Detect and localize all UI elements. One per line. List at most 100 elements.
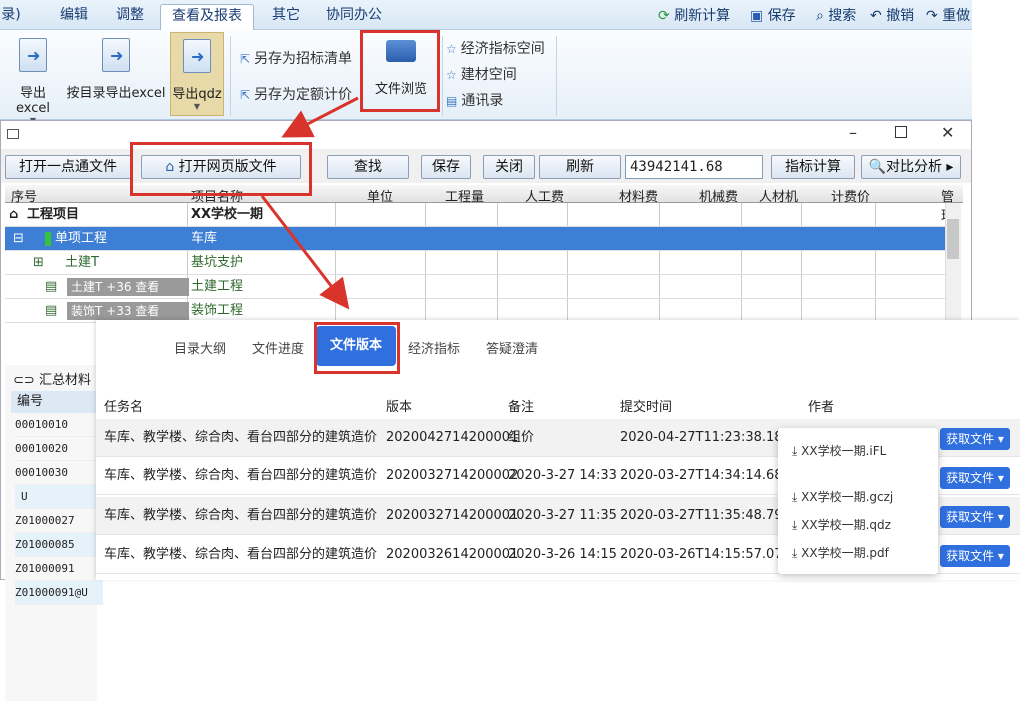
material-space-button[interactable]: ☆ 建材空间 <box>446 64 517 84</box>
tree-row-project[interactable]: ⌂ 工程项目 XX学校一期 <box>5 203 945 227</box>
get-file-label: 获取文件 <box>946 471 995 485</box>
folder-icon <box>386 40 416 62</box>
get-file-button[interactable]: 获取文件 ▾ <box>940 506 1010 528</box>
collapse-icon: ⊟ <box>13 231 24 246</box>
get-file-button[interactable]: 获取文件 ▾ <box>940 545 1010 567</box>
status-marker <box>45 232 51 246</box>
refresh-icon: ⟳ <box>658 8 670 24</box>
export-dir-excel-label: 按目录导出excel <box>66 86 166 101</box>
contacts-button[interactable]: ▤ 通讯录 <box>446 90 503 110</box>
contacts-label: 通讯录 <box>461 93 504 109</box>
close-window-button[interactable]: ✕ <box>941 123 954 142</box>
chevron-down-icon: ▾ <box>997 471 1004 485</box>
tree-row-unit[interactable]: ⊞ 土建T 基坑支护 <box>5 251 945 275</box>
tree-row-single[interactable]: ⊟ 单项工程 车库 <box>5 227 945 251</box>
download-item-qdz[interactable]: ⤓ XX学校一期.qdz <box>792 516 891 533</box>
version-time: 2020-03-27T14:34:14.68 <box>620 468 783 483</box>
version-note: 2020-3-27 14:33 <box>508 468 617 483</box>
ribbon-separator <box>230 36 231 116</box>
download-icon: ⤓ <box>792 518 798 532</box>
material-code[interactable]: U <box>15 485 103 509</box>
open-web-file-label: 打开网页版文件 <box>178 159 277 175</box>
menu-tab-adjust[interactable]: 调整 <box>108 4 152 28</box>
material-code[interactable]: 00010010 <box>15 413 103 437</box>
tree-row-seq: 装饰T <box>71 304 103 318</box>
tab-qa[interactable]: 答疑澄清 <box>486 338 538 357</box>
tab-outline[interactable]: 目录大纲 <box>174 338 226 357</box>
scrollbar-thumb[interactable] <box>947 219 959 259</box>
save-button[interactable]: 保存 <box>421 155 471 179</box>
export-dir-excel-button[interactable]: 按目录导出excel <box>66 38 166 101</box>
get-file-label: 获取文件 <box>946 510 995 524</box>
compare-button[interactable]: 🔍对比分析 ▸ <box>861 155 961 179</box>
export-excel-button[interactable]: 导出excel ▼ <box>4 38 62 125</box>
econ-space-label: 经济指标空间 <box>460 41 545 57</box>
version-id: 2020042714200001 <box>386 430 519 445</box>
material-code[interactable]: Z01000085 <box>15 533 103 557</box>
window-app-icon <box>7 129 19 139</box>
save-quota-button[interactable]: ⇱ 另存为定额计价 <box>240 84 352 104</box>
close-button[interactable]: 关闭 <box>483 155 535 179</box>
view-badge[interactable]: 装饰T +33 查看 <box>67 302 189 320</box>
tab-progress[interactable]: 文件进度 <box>252 338 304 357</box>
download-filename: XX学校一期.qdz <box>801 518 891 532</box>
redo-button[interactable]: ↷ 重做 <box>926 5 970 25</box>
download-item-pdf[interactable]: ⤓ XX学校一期.pdf <box>792 544 889 561</box>
get-file-button[interactable]: 获取文件 ▾ <box>940 467 1010 489</box>
find-button[interactable]: 查找 <box>327 155 409 179</box>
tab-econ-index[interactable]: 经济指标 <box>408 338 460 357</box>
tree-row-name: XX学校一期 <box>191 207 264 222</box>
maximize-button[interactable] <box>895 126 907 138</box>
menu-tab-record[interactable]: 录) <box>0 4 22 28</box>
econ-space-button[interactable]: ☆ 经济指标空间 <box>446 38 545 58</box>
material-code[interactable]: Z01000091 <box>15 557 103 581</box>
material-code[interactable]: Z01000027 <box>15 509 103 533</box>
get-file-dropdown: ⤓ XX学校一期.iFL ⤓ XX学校一期.gczj ⤓ XX学校一期.qdz … <box>778 428 938 574</box>
undo-button[interactable]: ↶ 撤销 <box>870 5 914 25</box>
export-excel-label: 导出excel <box>16 86 50 116</box>
ribbon-separator <box>442 36 443 116</box>
menu-tab-view-report[interactable]: 查看及报表 <box>160 4 254 31</box>
menu-tab-collab[interactable]: 协同办公 <box>318 4 390 28</box>
tree-row-name: 装饰工程 <box>191 303 244 318</box>
tree-row-seq: 土建T <box>71 280 103 294</box>
view-badge[interactable]: 土建T +36 查看 <box>67 278 189 296</box>
file-browse-button[interactable]: 文件浏览 <box>366 36 436 97</box>
menu-tab-edit[interactable]: 编辑 <box>52 4 96 28</box>
search-icon: ⌕ <box>816 8 824 24</box>
tree-row-name: 土建工程 <box>191 279 244 294</box>
minimize-button[interactable]: – <box>849 123 857 142</box>
material-code[interactable]: Z01000091@U <box>15 581 103 605</box>
open-yidiantong-button[interactable]: 打开一点通文件 <box>5 155 131 179</box>
get-file-label: 获取文件 <box>946 432 995 446</box>
version-note: 2020-3-26 14:15 <box>508 547 617 562</box>
tree-row-unit[interactable]: ▤ 土建T +36 查看 土建工程 <box>5 275 945 299</box>
col-author-header: 作者 <box>808 400 835 415</box>
version-note: 2020-3-27 11:35 <box>508 508 617 523</box>
link-icon: ⊂⊃ <box>13 373 35 388</box>
export-qdz-button[interactable]: 导出qdz ▼ <box>170 32 224 116</box>
amount-field[interactable]: 43942141.68 <box>625 155 763 179</box>
refresh-calc-button[interactable]: ⟳ 刷新计算 <box>658 5 730 25</box>
home-icon: ⌂ <box>165 159 175 175</box>
material-code[interactable]: 00010030 <box>15 461 103 485</box>
index-calc-button[interactable]: 指标计算 <box>771 155 855 179</box>
version-id: 2020032614200001 <box>386 547 519 562</box>
tab-file-version[interactable]: 文件版本 <box>316 326 396 366</box>
refresh-button[interactable]: 刷新 <box>539 155 621 179</box>
menu-tab-other[interactable]: 其它 <box>264 4 308 28</box>
download-filename: XX学校一期.pdf <box>801 546 889 560</box>
save-quick-button[interactable]: ▣ 保存 <box>750 5 796 25</box>
view-badge-label: +36 查看 <box>106 280 160 294</box>
save-bid-list-button[interactable]: ⇱ 另存为招标清单 <box>240 48 352 68</box>
download-item-ifl[interactable]: ⤓ XX学校一期.iFL <box>792 442 886 459</box>
open-web-file-button[interactable]: ⌂ 打开网页版文件 <box>141 155 301 179</box>
download-item-gczj[interactable]: ⤓ XX学校一期.gczj <box>792 488 893 505</box>
search-button[interactable]: ⌕ 搜索 <box>816 5 856 25</box>
material-code[interactable]: 00010020 <box>15 437 103 461</box>
code-column-header: 编号 <box>11 391 97 413</box>
export-doc-icon <box>183 39 211 73</box>
get-file-button[interactable]: 获取文件 ▾ <box>940 428 1010 450</box>
house-icon: ⌂ <box>9 207 19 222</box>
get-file-label: 获取文件 <box>946 549 995 563</box>
